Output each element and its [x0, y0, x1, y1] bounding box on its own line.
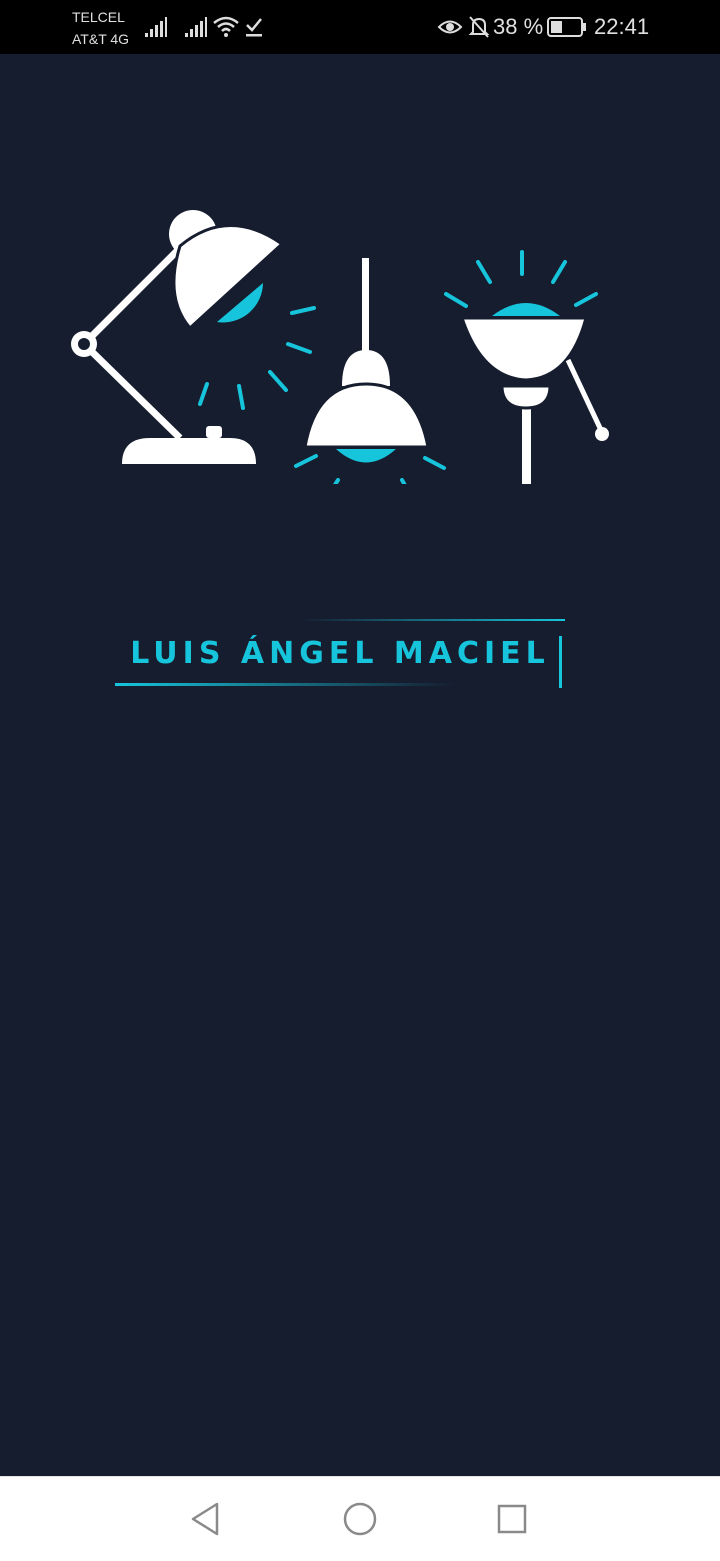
carrier-name-primary: TELCEL	[72, 9, 125, 25]
clock: 22:41	[594, 14, 650, 39]
desk-lamp-icon	[71, 210, 316, 464]
splash-screen: LUIS ÁNGEL MACIEL	[0, 54, 720, 1476]
eye-comfort-icon	[437, 20, 463, 34]
status-bar: TELCEL AT&T 4G 38 % 22:41	[0, 0, 720, 54]
wifi-icon	[213, 16, 239, 37]
battery-icon	[547, 17, 586, 37]
home-icon[interactable]	[336, 1495, 384, 1543]
recents-icon[interactable]	[488, 1495, 536, 1543]
lamps-illustration	[71, 210, 609, 484]
app-title-block: LUIS ÁNGEL MACIEL	[110, 614, 570, 694]
battery-percentage: 38 %	[493, 14, 544, 39]
table-lamp-icon	[444, 250, 609, 484]
signal-icon	[185, 17, 207, 37]
notifications-off-icon	[468, 16, 490, 38]
download-done-icon	[246, 18, 262, 37]
app-title: LUIS ÁNGEL MACIEL	[130, 636, 550, 671]
pendant-lamp-icon	[294, 258, 446, 484]
back-icon[interactable]	[181, 1495, 229, 1543]
signal-icon	[145, 17, 167, 37]
navigation-bar	[0, 1476, 720, 1561]
carrier-name-secondary: AT&T 4G	[72, 31, 130, 47]
